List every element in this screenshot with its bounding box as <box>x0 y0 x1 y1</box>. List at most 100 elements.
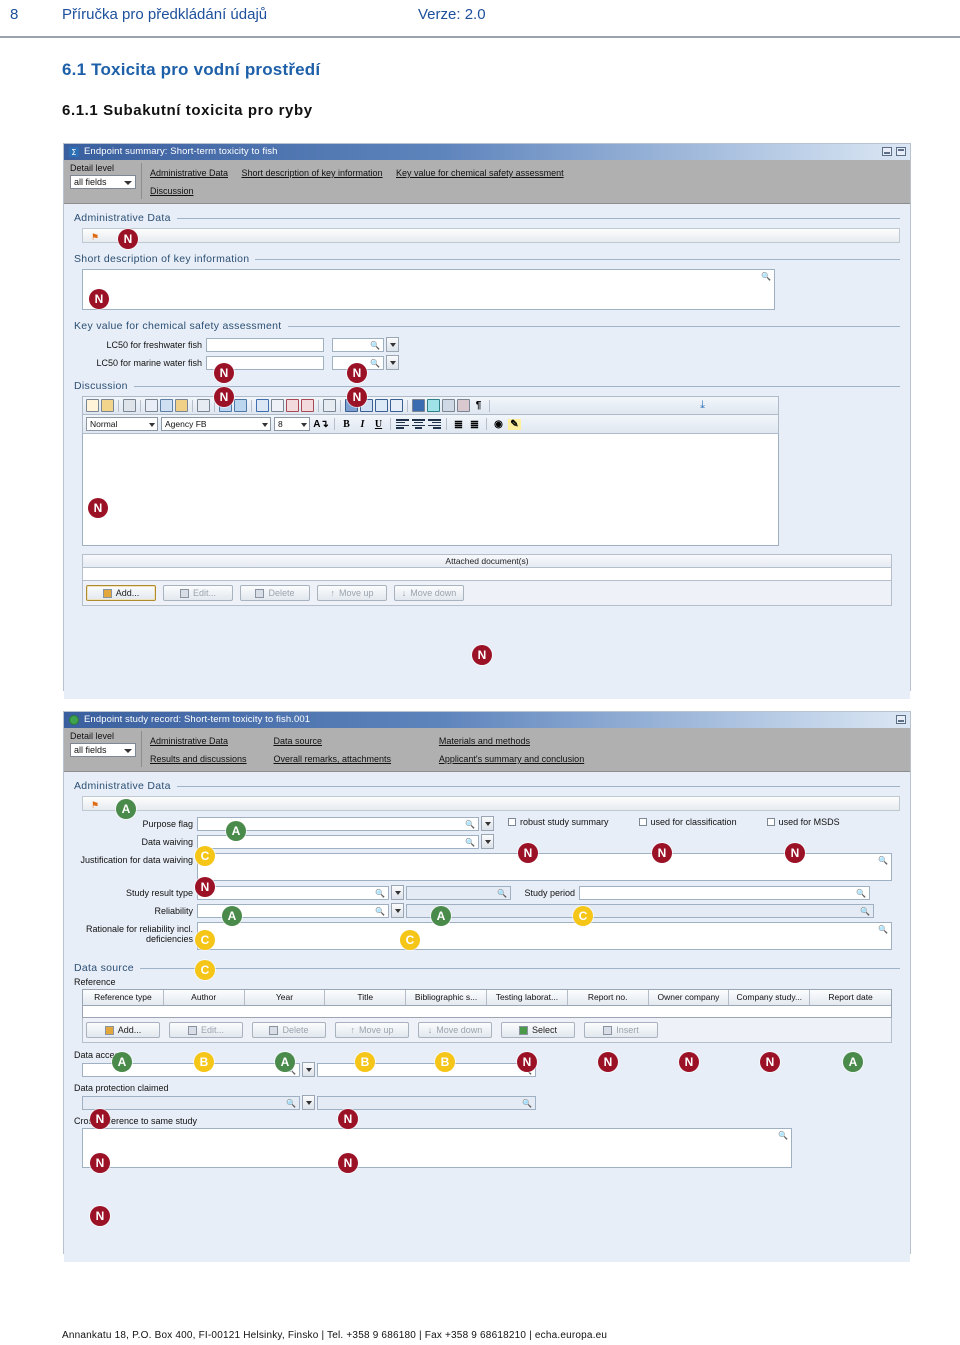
font-color-icon[interactable]: A↴ <box>313 419 329 430</box>
copy-icon[interactable] <box>145 399 158 412</box>
input-data-protection[interactable]: 🔍 <box>82 1095 300 1110</box>
reference-add-button[interactable]: Add... <box>86 1022 160 1038</box>
search-icon[interactable]: 🔍 <box>878 925 888 934</box>
dropdown-purpose-flag[interactable] <box>481 816 494 831</box>
tab-data-source[interactable]: Data source <box>273 735 425 748</box>
numbered-list-icon[interactable]: ≣ <box>452 418 465 431</box>
col-reference-type[interactable]: Reference type <box>83 990 164 1005</box>
paragraph-mark-icon[interactable]: ¶ <box>472 400 485 411</box>
open-folder-icon[interactable] <box>101 399 114 412</box>
paragraph-style-select[interactable]: Normal <box>86 417 158 431</box>
input-rationale[interactable]: 🔍 <box>197 922 892 950</box>
new-document-icon[interactable] <box>86 399 99 412</box>
font-family-select[interactable]: Agency FB <box>161 417 271 431</box>
search-icon[interactable]: 🔍 <box>522 1099 532 1108</box>
record-window-buttons[interactable] <box>896 715 906 724</box>
edit-image-icon[interactable] <box>457 399 470 412</box>
input-reliability-extra[interactable]: 🔍 <box>406 903 874 918</box>
spellcheck-icon[interactable] <box>256 399 269 412</box>
insert-image-icon[interactable] <box>442 399 455 412</box>
minimize-icon[interactable] <box>882 147 892 156</box>
dropdown-reliability[interactable] <box>391 903 404 918</box>
align-left-icon[interactable] <box>396 419 409 429</box>
search-icon[interactable]: 🔍 <box>878 856 888 865</box>
search-icon[interactable]: 🔍 <box>370 359 380 368</box>
search-icon[interactable]: 🔍 <box>856 889 866 898</box>
dropdown-lc50-marine[interactable] <box>386 355 399 370</box>
table-column-icon[interactable] <box>301 399 314 412</box>
attached-move-up-button[interactable]: ↑ Move up <box>317 585 387 601</box>
search-icon[interactable]: 🔍 <box>465 820 475 829</box>
tab-overall-remarks[interactable]: Overall remarks, attachments <box>273 753 425 766</box>
flag-icon[interactable]: ⚑ <box>91 800 99 811</box>
dropdown-lc50-freshwater[interactable] <box>386 337 399 352</box>
palette-icon[interactable]: ◉ <box>492 419 505 430</box>
search-icon[interactable]: 🔍 <box>286 1099 296 1108</box>
input-data-access-extra[interactable]: 🔍 <box>317 1062 536 1077</box>
col-report-date[interactable]: Report date <box>810 990 891 1005</box>
input-study-result-type-extra[interactable]: 🔍 <box>406 885 511 900</box>
checkbox-used-for-classification[interactable]: used for classification <box>638 817 737 827</box>
col-owner-company[interactable]: Owner company <box>649 990 730 1005</box>
properties-icon[interactable] <box>427 399 440 412</box>
search-icon[interactable]: 🔍 <box>761 272 771 281</box>
discussion-textarea[interactable] <box>82 434 779 546</box>
align-right-icon[interactable] <box>428 419 441 429</box>
tab-administrative-data[interactable]: Administrative Data <box>150 735 260 748</box>
grid-icon[interactable] <box>412 399 425 412</box>
search-icon[interactable]: 🔍 <box>370 341 380 350</box>
col-bibliographic[interactable]: Bibliographic s... <box>406 990 487 1005</box>
input-study-result-type[interactable]: 🔍 <box>197 885 389 900</box>
search-icon[interactable]: 🔍 <box>375 907 385 916</box>
print-icon[interactable] <box>123 399 136 412</box>
col-company-study[interactable]: Company study... <box>729 990 811 1005</box>
input-study-period[interactable]: 🔍 <box>579 885 870 900</box>
reference-move-up-button[interactable]: ↑ Move up <box>335 1022 409 1038</box>
checkbox-icon[interactable] <box>766 818 775 826</box>
tab-administrative-data[interactable]: Administrative Data <box>150 167 228 180</box>
col-report-no[interactable]: Report no. <box>568 990 649 1005</box>
italic-icon[interactable]: I <box>356 419 369 430</box>
bulleted-list-icon[interactable]: ≣ <box>468 418 481 431</box>
tab-key-value[interactable]: Key value for chemical safety assessment <box>396 167 564 180</box>
record-flag-bar[interactable]: ⚑ <box>82 796 900 811</box>
detail-level-select[interactable]: all fields <box>70 743 136 757</box>
table-icon[interactable] <box>197 399 210 412</box>
dropdown-data-protection[interactable] <box>302 1095 315 1110</box>
tab-materials-and-methods[interactable]: Materials and methods <box>439 735 530 748</box>
summary-window-buttons[interactable] <box>882 147 906 156</box>
tab-applicants-summary[interactable]: Applicant's summary and conclusion <box>439 753 584 766</box>
minimize-icon[interactable] <box>896 715 906 724</box>
checkbox-icon[interactable] <box>638 818 647 826</box>
attached-add-button[interactable]: Add... <box>86 585 156 601</box>
table-style-4-icon[interactable] <box>390 399 403 412</box>
col-author[interactable]: Author <box>164 990 245 1005</box>
reference-table-body[interactable] <box>82 1006 892 1018</box>
maximize-icon[interactable] <box>896 147 906 156</box>
search-icon[interactable]: 🔍 <box>860 907 870 916</box>
split-cell-icon[interactable] <box>323 399 336 412</box>
search-icon[interactable]: 🔍 <box>778 1131 788 1140</box>
tab-short-description[interactable]: Short description of key information <box>241 167 382 180</box>
insert-table-icon[interactable] <box>271 399 284 412</box>
short-description-textarea[interactable]: 🔍 <box>82 269 775 310</box>
input-cross-reference[interactable]: 🔍 <box>82 1128 792 1168</box>
attached-move-down-button[interactable]: ↓ Move down <box>394 585 464 601</box>
search-icon[interactable]: 🔍 <box>465 838 475 847</box>
bold-icon[interactable]: B <box>340 419 353 430</box>
input-data-protection-extra[interactable]: 🔍 <box>317 1095 536 1110</box>
attached-delete-button[interactable]: Delete <box>240 585 310 601</box>
dropdown-study-result-type[interactable] <box>391 885 404 900</box>
reference-delete-button[interactable]: Delete <box>252 1022 326 1038</box>
redo-icon[interactable] <box>234 399 247 412</box>
reference-insert-button[interactable]: Insert <box>584 1022 658 1038</box>
align-center-icon[interactable] <box>412 419 425 429</box>
checkbox-used-for-msds[interactable]: used for MSDS <box>766 817 840 827</box>
reference-edit-button[interactable]: Edit... <box>169 1022 243 1038</box>
dropdown-data-waiving[interactable] <box>481 834 494 849</box>
tab-results-and-discussions[interactable]: Results and discussions <box>150 753 260 766</box>
underline-icon[interactable]: U <box>372 419 385 430</box>
col-testing-lab[interactable]: Testing laborat... <box>487 990 568 1005</box>
attached-documents-list[interactable] <box>82 568 892 581</box>
administrative-flag-bar[interactable]: ⚑ <box>82 228 900 243</box>
